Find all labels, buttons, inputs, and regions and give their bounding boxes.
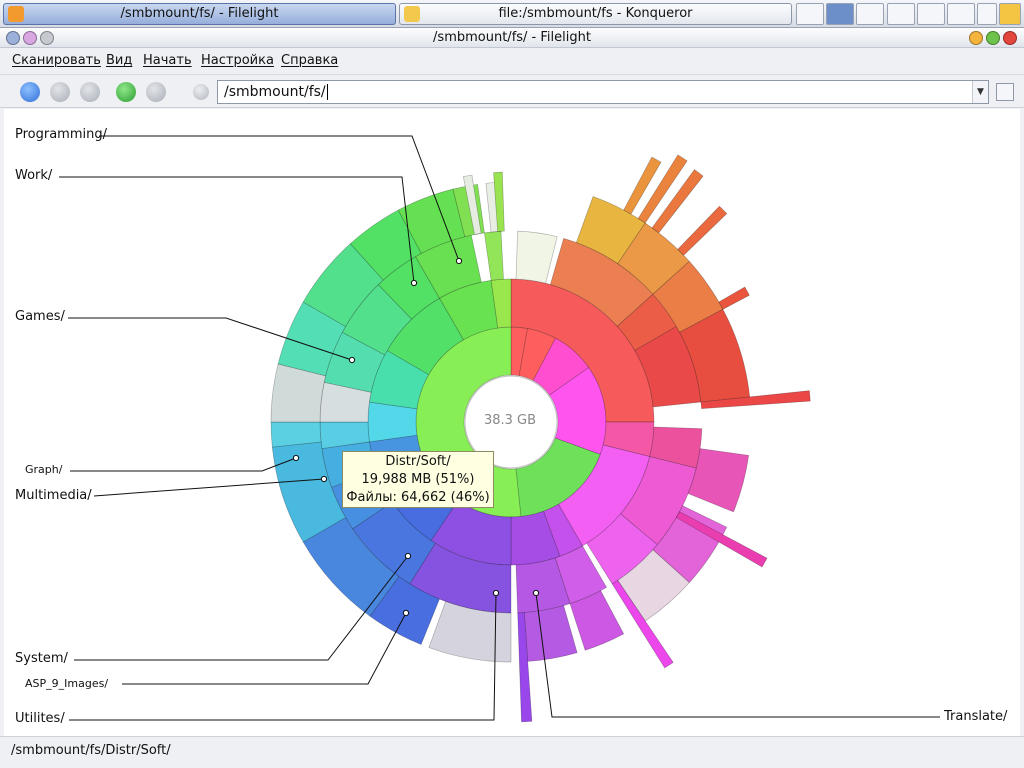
go-icon[interactable] — [996, 83, 1014, 101]
back-icon[interactable] — [50, 82, 70, 102]
label-programming[interactable]: Programming/ — [15, 127, 107, 142]
tooltip-name: Distr/Soft/ — [385, 454, 451, 469]
menu-settings[interactable]: Настройка — [201, 53, 274, 68]
shade-circle-icon[interactable] — [40, 31, 54, 45]
menu-circle-icon[interactable] — [6, 31, 20, 45]
status-path: /smbmount/fs/Distr/Soft/ — [11, 743, 171, 758]
stop-icon[interactable] — [146, 82, 166, 102]
tray-slot-icon — [917, 3, 945, 25]
tooltip-files: Файлы: 64,662 (46%) — [346, 490, 490, 505]
segment-spike[interactable] — [718, 286, 750, 310]
leader-dot — [492, 589, 500, 597]
radial-map-area: Programming/ Work/ Games/ Graph/ Multime… — [4, 109, 1020, 736]
forward-icon[interactable] — [80, 82, 100, 102]
leader-line — [70, 457, 297, 472]
segment-ring3[interactable] — [484, 230, 504, 281]
battery-icon[interactable] — [947, 3, 975, 25]
chevron-down-icon[interactable]: ▼ — [972, 81, 988, 103]
minimize-icon[interactable] — [969, 31, 983, 45]
segment-spike[interactable] — [677, 205, 728, 256]
menubar: Сканировать Вид Начать Настройка Справка — [0, 49, 1024, 73]
leader-dot — [320, 475, 328, 483]
label-multimedia[interactable]: Multimedia/ — [15, 488, 92, 503]
network-icon[interactable] — [856, 3, 884, 25]
sticky-circle-icon[interactable] — [23, 31, 37, 45]
location-input[interactable]: /smbmount/fs/ ▼ — [217, 80, 989, 104]
pager-icon[interactable] — [826, 3, 854, 25]
tray-slot-icon — [887, 3, 915, 25]
desktop-switch-icon[interactable] — [796, 3, 824, 25]
task-filelight-label: /smbmount/fs/ - Filelight — [120, 6, 279, 21]
close-icon[interactable] — [1003, 31, 1017, 45]
tooltip-size: 19,988 MB (51%) — [361, 472, 475, 487]
window-titlebar[interactable]: /smbmount/fs/ - Filelight — [0, 28, 1024, 48]
menu-help[interactable]: Справка — [281, 53, 338, 68]
leader-dot — [402, 609, 410, 617]
menu-view[interactable]: Вид — [106, 53, 132, 68]
leader-dot — [348, 356, 356, 364]
leader-dot — [410, 279, 418, 287]
tooltip: Distr/Soft/ 19,988 MB (51%) Файлы: 64,66… — [342, 451, 494, 508]
leader-dot — [404, 552, 412, 560]
menu-go[interactable]: Начать — [143, 53, 192, 68]
leader-dot — [532, 589, 540, 597]
user-icon[interactable] — [999, 3, 1021, 25]
window-title: /smbmount/fs/ - Filelight — [433, 30, 591, 45]
label-translate[interactable]: Translate/ — [944, 709, 1007, 724]
filelight-icon — [8, 6, 24, 22]
label-asp[interactable]: ASP_9_Images/ — [25, 677, 108, 690]
center-size-label: 38.3 GB — [483, 413, 537, 428]
up-icon[interactable] — [20, 82, 40, 102]
label-games[interactable]: Games/ — [15, 309, 65, 324]
toolbar: /smbmount/fs/ ▼ — [0, 74, 1024, 108]
leader-dot — [292, 454, 300, 462]
statusbar: /smbmount/fs/Distr/Soft/ — [0, 736, 1024, 768]
location-value: /smbmount/fs/ — [224, 84, 326, 100]
taskbar: /smbmount/fs/ - Filelight file:/smbmount… — [0, 0, 1024, 28]
leader-line — [122, 612, 407, 685]
calendar-icon[interactable] — [977, 3, 997, 25]
label-work[interactable]: Work/ — [15, 168, 52, 183]
segment-ring3[interactable] — [515, 230, 558, 284]
label-system[interactable]: System/ — [15, 651, 68, 666]
task-konqueror-label: file:/smbmount/fs - Konqueror — [498, 6, 693, 21]
folder-icon — [404, 6, 420, 22]
menu-scan[interactable]: Сканировать — [12, 53, 101, 68]
label-graph[interactable]: Graph/ — [25, 463, 62, 476]
rescan-icon[interactable] — [116, 82, 136, 102]
task-konqueror[interactable]: file:/smbmount/fs - Konqueror — [399, 3, 792, 25]
maximize-icon[interactable] — [986, 31, 1000, 45]
segment-ring4[interactable] — [523, 605, 578, 662]
leader-dot — [455, 257, 463, 265]
label-utilites[interactable]: Utilites/ — [15, 711, 65, 726]
clear-location-icon[interactable] — [193, 84, 209, 100]
task-filelight[interactable]: /smbmount/fs/ - Filelight — [3, 3, 396, 25]
